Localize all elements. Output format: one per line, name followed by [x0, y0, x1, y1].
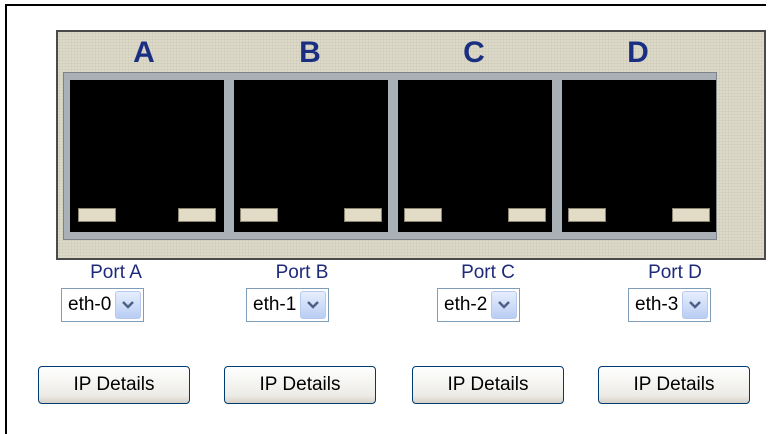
jack-notch — [404, 208, 442, 222]
jack-notch — [508, 208, 546, 222]
port-label-b: Port B — [275, 262, 329, 283]
chevron-down-icon[interactable] — [682, 291, 709, 319]
port-letter-d: D — [627, 36, 649, 69]
interface-select-value: eth-3 — [635, 294, 679, 315]
port-panel: A B C D — [56, 30, 766, 260]
port-letter-a: A — [133, 36, 155, 69]
interface-select-value: eth-2 — [444, 294, 488, 315]
jack-notch — [178, 208, 216, 222]
jack-notch — [672, 208, 710, 222]
jack-notch — [78, 208, 116, 222]
ip-details-button-a[interactable]: IP Details — [38, 366, 190, 404]
ethernet-jack-d — [562, 80, 716, 232]
port-letter-b: B — [299, 36, 321, 69]
chevron-down-icon[interactable] — [300, 291, 327, 319]
ip-details-button-c[interactable]: IP Details — [412, 366, 564, 404]
port-letter-c: C — [463, 36, 485, 69]
interface-select-a[interactable]: eth-0 — [61, 288, 145, 322]
interface-select-value: eth-1 — [253, 294, 297, 315]
ethernet-jack-c — [398, 80, 552, 232]
port-label-d: Port D — [648, 262, 702, 283]
interface-select-d[interactable]: eth-3 — [628, 288, 712, 322]
ip-details-button-d[interactable]: IP Details — [598, 366, 750, 404]
port-label-a: Port A — [90, 262, 142, 283]
ip-details-button-b[interactable]: IP Details — [224, 366, 376, 404]
jack-notch — [344, 208, 382, 222]
jack-notch — [240, 208, 278, 222]
port-label-c: Port C — [461, 262, 515, 283]
jack-notch — [568, 208, 606, 222]
chevron-down-icon[interactable] — [115, 291, 142, 319]
chevron-down-icon[interactable] — [491, 291, 518, 319]
interface-select-value: eth-0 — [68, 294, 112, 315]
ethernet-ports — [63, 72, 717, 240]
ethernet-jack-a — [70, 80, 224, 232]
ethernet-jack-b — [234, 80, 388, 232]
interface-select-c[interactable]: eth-2 — [437, 288, 521, 322]
interface-select-b[interactable]: eth-1 — [246, 288, 330, 322]
